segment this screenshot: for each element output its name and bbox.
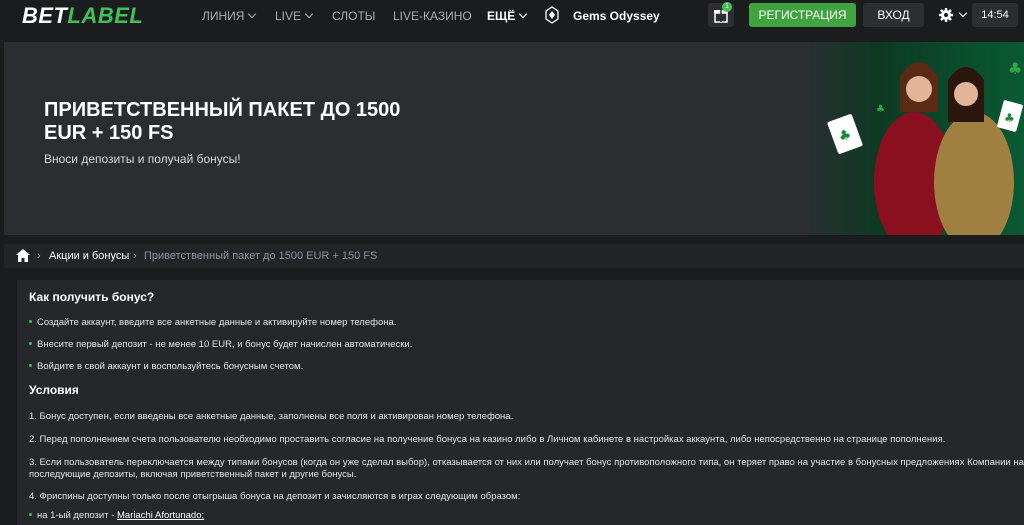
term-paragraph: 1. Бонус доступен, если введены все анке… [29,411,514,422]
gift-button[interactable]: 1 [708,2,734,27]
terms-heading: Условия [29,383,79,397]
list-item: на 1-ый депозит - Mariachi Afortunado; [29,510,204,521]
gem-icon[interactable] [543,6,561,24]
list-item: Войдите в свой аккаунт и воспользуйтесь … [29,361,303,372]
betlabel-logo[interactable]: BETLABEL [22,3,143,29]
login-button[interactable]: ВХОД [863,3,924,27]
settings-chevron-down-icon[interactable] [958,8,968,18]
nav-live[interactable]: LIVE [275,9,314,23]
list-item: Внесите первый депозит - не менее 10 EUR… [29,339,412,350]
nav-more-label: ЕЩЁ [487,9,516,23]
breadcrumb-chevron-icon: › [133,250,137,262]
breadcrumb-current: Приветственный пакет до 1500 EUR + 150 F… [144,250,378,262]
svg-text:♣: ♣ [1008,59,1022,78]
banner-artwork: ♣ ♣ ♣ ♣ [804,42,1024,235]
breadcrumb: › Акции и бонусы › Приветственный пакет … [4,244,1024,268]
bullet-icon [29,320,32,323]
svg-text:♣: ♣ [876,104,885,115]
term-paragraph: 3. Если пользователь переключается между… [29,457,1024,480]
bullet-icon [29,364,32,367]
home-icon[interactable] [16,249,30,262]
bullet-icon [29,342,32,345]
banner-title: ПРИВЕТСТВЕННЫЙ ПАКЕТ ДО 1500 EUR + 150 F… [44,99,401,144]
how-to-get-heading: Как получить бонус? [29,290,155,304]
nav-liniya-label: ЛИНИЯ [202,9,245,23]
promo-banner: ♣ ♣ ♣ ♣ ПРИВЕТСТВЕННЫЙ ПАКЕТ ДО 1500 EUR… [4,42,1024,235]
list-item: Создайте аккаунт, введите все анкетные д… [29,317,396,328]
register-button[interactable]: РЕГИСТРАЦИЯ [749,3,856,27]
chevron-down-icon [248,9,257,19]
gear-icon[interactable] [938,7,954,23]
nav-slots[interactable]: СЛОТЫ [332,9,375,23]
bullet-icon [29,513,32,516]
gift-count-badge: 1 [722,2,732,12]
step-text: Создайте аккаунт, введите все анкетные д… [37,317,397,328]
promo-details: Как получить бонус? Создайте аккаунт, вв… [17,280,1024,525]
step-text: Войдите в свой аккаунт и воспользуйтесь … [37,361,304,372]
banner-subtitle: Вноси депозиты и получай бонусы! [44,152,241,166]
svg-text:♣: ♣ [1004,111,1015,125]
chevron-down-icon [304,9,314,19]
clock: 14:54 [972,3,1018,27]
term-paragraph: 4. Фриспины доступны только после отыгры… [29,491,521,502]
top-header: BETLABEL ЛИНИЯ LIVE СЛОТЫ LIVE-КАЗИНО ЕЩ… [0,0,1024,32]
logo-text-label: LABEL [67,3,144,28]
chevron-down-icon [519,9,528,19]
nav-slots-label: СЛОТЫ [332,9,376,23]
nav-liniya[interactable]: ЛИНИЯ [202,9,257,23]
deposit-prefix: на 1-ый депозит - [37,510,117,521]
featured-game-link[interactable]: Gems Odyssey [573,9,660,23]
banner-illustration: ♣ ♣ ♣ ♣ [827,59,1023,235]
breadcrumb-section-link[interactable]: Акции и бонусы [49,250,129,262]
nav-live-casino-label: LIVE-КАЗИНО [393,9,472,23]
nav-live-casino[interactable]: LIVE-КАЗИНО [393,9,472,23]
logo-text-bet: BET [22,3,68,28]
game-link[interactable]: Mariachi Afortunado; [117,510,204,521]
nav-live-label: LIVE [275,9,302,23]
nav-more[interactable]: ЕЩЁ [487,9,528,23]
term-paragraph: 2. Перед пополнением счета пользователю … [29,434,946,445]
breadcrumb-chevron-icon: › [37,250,41,262]
step-text: Внесите первый депозит - не менее 10 EUR… [37,339,413,350]
